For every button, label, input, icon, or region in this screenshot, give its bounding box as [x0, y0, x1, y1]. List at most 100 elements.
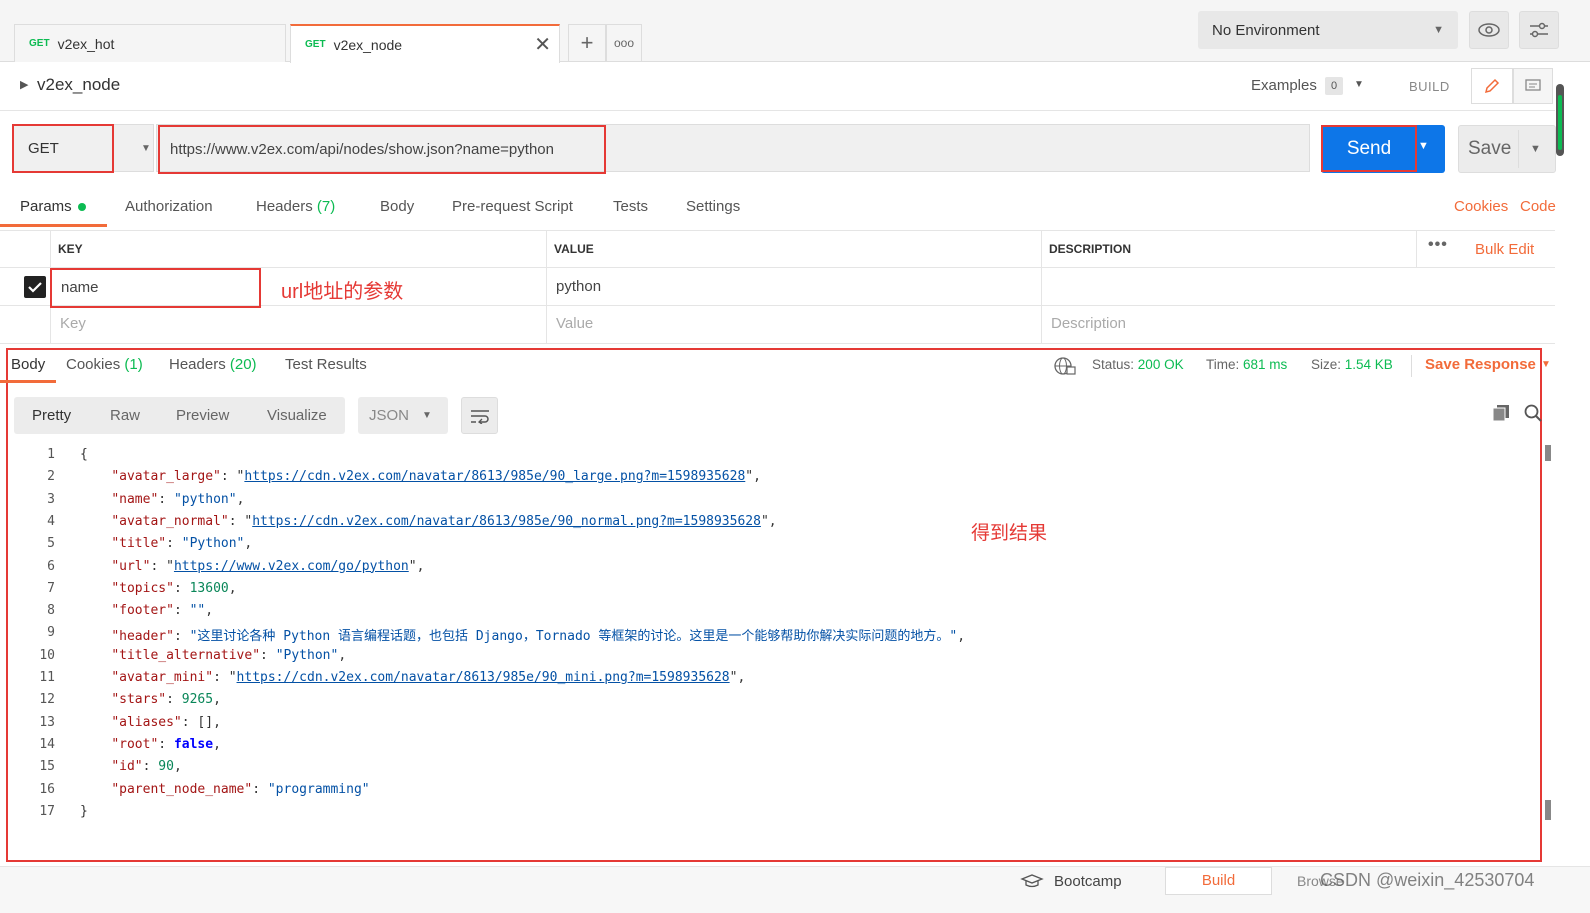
json-key: "stars": [111, 692, 167, 708]
json-line: "url": "https://www.v2ex.com/go/python",: [111, 558, 425, 574]
json-url-link[interactable]: https://cdn.v2ex.com/navatar/8613/985e/9…: [252, 514, 761, 529]
json-line: "title_alternative": "Python",: [111, 647, 347, 663]
view-preview[interactable]: Preview: [176, 407, 229, 424]
new-description-input[interactable]: Description: [1051, 315, 1126, 332]
response-tab-test-results[interactable]: Test Results: [285, 356, 367, 373]
save-options-caret-icon[interactable]: ▼: [1530, 143, 1541, 155]
format-value: JSON: [369, 407, 410, 424]
send-options-caret-icon[interactable]: ▼: [1418, 140, 1429, 152]
globe-lock-icon[interactable]: [1054, 356, 1076, 376]
json-key: "avatar_normal": [111, 513, 229, 529]
line-number: 17: [39, 803, 55, 819]
edit-button[interactable]: [1471, 68, 1513, 104]
column-header-key: KEY: [58, 242, 83, 256]
more-icon: ooo: [613, 36, 635, 50]
eye-icon: [1478, 23, 1500, 37]
json-url-link[interactable]: https://cdn.v2ex.com/navatar/8613/985e/9…: [237, 670, 730, 685]
json-key: "aliases": [111, 714, 182, 730]
json-line: }: [80, 804, 88, 819]
footer-build-tab[interactable]: Build: [1165, 867, 1272, 895]
save-response-button[interactable]: Save Response: [1425, 356, 1536, 373]
environment-quick-look-button[interactable]: [1469, 11, 1509, 49]
caret-right-icon[interactable]: ▶: [20, 78, 28, 91]
new-tab-button[interactable]: +: [568, 24, 606, 62]
cookies-link[interactable]: Cookies: [1454, 198, 1508, 215]
line-number: 3: [47, 491, 55, 507]
build-mode-label[interactable]: BUILD: [1409, 79, 1450, 94]
send-button[interactable]: Send: [1321, 125, 1417, 172]
line-number: 5: [47, 536, 55, 552]
caret-down-icon[interactable]: ▼: [1541, 359, 1551, 370]
column-header-description: DESCRIPTION: [1049, 242, 1132, 256]
tab-method: GET: [305, 39, 326, 50]
close-icon[interactable]: ✕: [534, 32, 551, 57]
tab-settings[interactable]: Settings: [686, 198, 740, 215]
new-value-input[interactable]: Value: [556, 315, 593, 332]
json-value: "Python": [275, 647, 339, 663]
line-number: 1: [47, 447, 55, 462]
json-value: "programming": [267, 781, 370, 797]
line-number: 6: [47, 558, 55, 574]
json-value: 90: [158, 759, 174, 775]
param-key-input[interactable]: name: [50, 268, 261, 308]
copy-icon[interactable]: [1492, 404, 1510, 422]
tab-method: GET: [29, 38, 50, 49]
format-select[interactable]: JSON ▼: [358, 397, 448, 434]
status-readout: Status: 200 OK: [1092, 357, 1184, 372]
scrollbar-thumb[interactable]: [1545, 445, 1551, 461]
pencil-icon: [1484, 78, 1500, 94]
tab-headers[interactable]: Headers (7): [256, 198, 335, 215]
scrollbar-thumb[interactable]: [1545, 800, 1551, 820]
tab-v2ex-node[interactable]: GET v2ex_node ✕: [290, 24, 560, 63]
search-icon[interactable]: [1524, 404, 1542, 422]
tab-tests[interactable]: Tests: [613, 198, 648, 215]
json-key: "root": [111, 736, 159, 752]
json-url-link[interactable]: https://www.v2ex.com/go/python: [174, 559, 409, 574]
response-tab-cookies[interactable]: Cookies (1): [66, 356, 143, 373]
method-value[interactable]: GET: [12, 124, 114, 173]
manage-environments-button[interactable]: [1519, 11, 1559, 49]
environment-select[interactable]: No Environment ▼: [1198, 11, 1458, 49]
param-value-input[interactable]: python: [556, 278, 601, 295]
json-key: "avatar_large": [111, 469, 221, 485]
status-value: 200 OK: [1137, 357, 1184, 372]
json-line: "id": 90,: [111, 759, 182, 775]
view-pretty[interactable]: Pretty: [32, 407, 71, 424]
json-line: "footer": "",: [111, 603, 214, 619]
bulk-edit-link[interactable]: Bulk Edit: [1475, 241, 1534, 258]
wrap-lines-button[interactable]: [461, 397, 498, 434]
json-line: "avatar_mini": "https://cdn.v2ex.com/nav…: [111, 670, 746, 685]
tab-options-button[interactable]: ooo: [606, 24, 642, 62]
size-value: 1.54 KB: [1344, 357, 1393, 372]
json-line: "topics": 13600,: [111, 580, 237, 596]
view-visualize[interactable]: Visualize: [267, 407, 327, 424]
tab-label: Headers: [169, 356, 226, 373]
response-tab-body[interactable]: Body: [11, 356, 45, 373]
status-label: Status:: [1092, 357, 1135, 372]
line-number: 4: [47, 513, 55, 529]
tab-params[interactable]: Params: [20, 198, 86, 215]
url-input[interactable]: https://www.v2ex.com/api/nodes/show.json…: [158, 125, 606, 174]
new-key-input[interactable]: Key: [60, 315, 86, 332]
response-tab-headers[interactable]: Headers (20): [169, 356, 257, 373]
tab-label: Headers: [256, 198, 313, 215]
request-title[interactable]: v2ex_node: [37, 75, 120, 95]
comments-button[interactable]: [1513, 68, 1553, 104]
tab-body[interactable]: Body: [380, 198, 414, 215]
examples-label[interactable]: Examples: [1251, 77, 1317, 94]
caret-down-icon[interactable]: ▼: [1354, 79, 1364, 90]
tab-prerequest-script[interactable]: Pre-request Script: [452, 198, 573, 215]
active-tab-indicator: [0, 380, 56, 383]
json-value: "python": [173, 491, 237, 507]
view-raw[interactable]: Raw: [110, 407, 140, 424]
param-checkbox[interactable]: [24, 276, 46, 298]
code-link[interactable]: Code: [1520, 198, 1556, 215]
bootcamp-link[interactable]: Bootcamp: [1054, 873, 1122, 890]
tab-v2ex-hot[interactable]: GET v2ex_hot: [14, 24, 286, 62]
tab-authorization[interactable]: Authorization: [125, 198, 213, 215]
save-button[interactable]: Save: [1468, 138, 1511, 160]
environment-label: No Environment: [1212, 21, 1320, 39]
more-icon[interactable]: •••: [1428, 236, 1448, 254]
json-key: "header": [111, 629, 174, 645]
json-url-link[interactable]: https://cdn.v2ex.com/navatar/8613/985e/9…: [244, 469, 745, 484]
